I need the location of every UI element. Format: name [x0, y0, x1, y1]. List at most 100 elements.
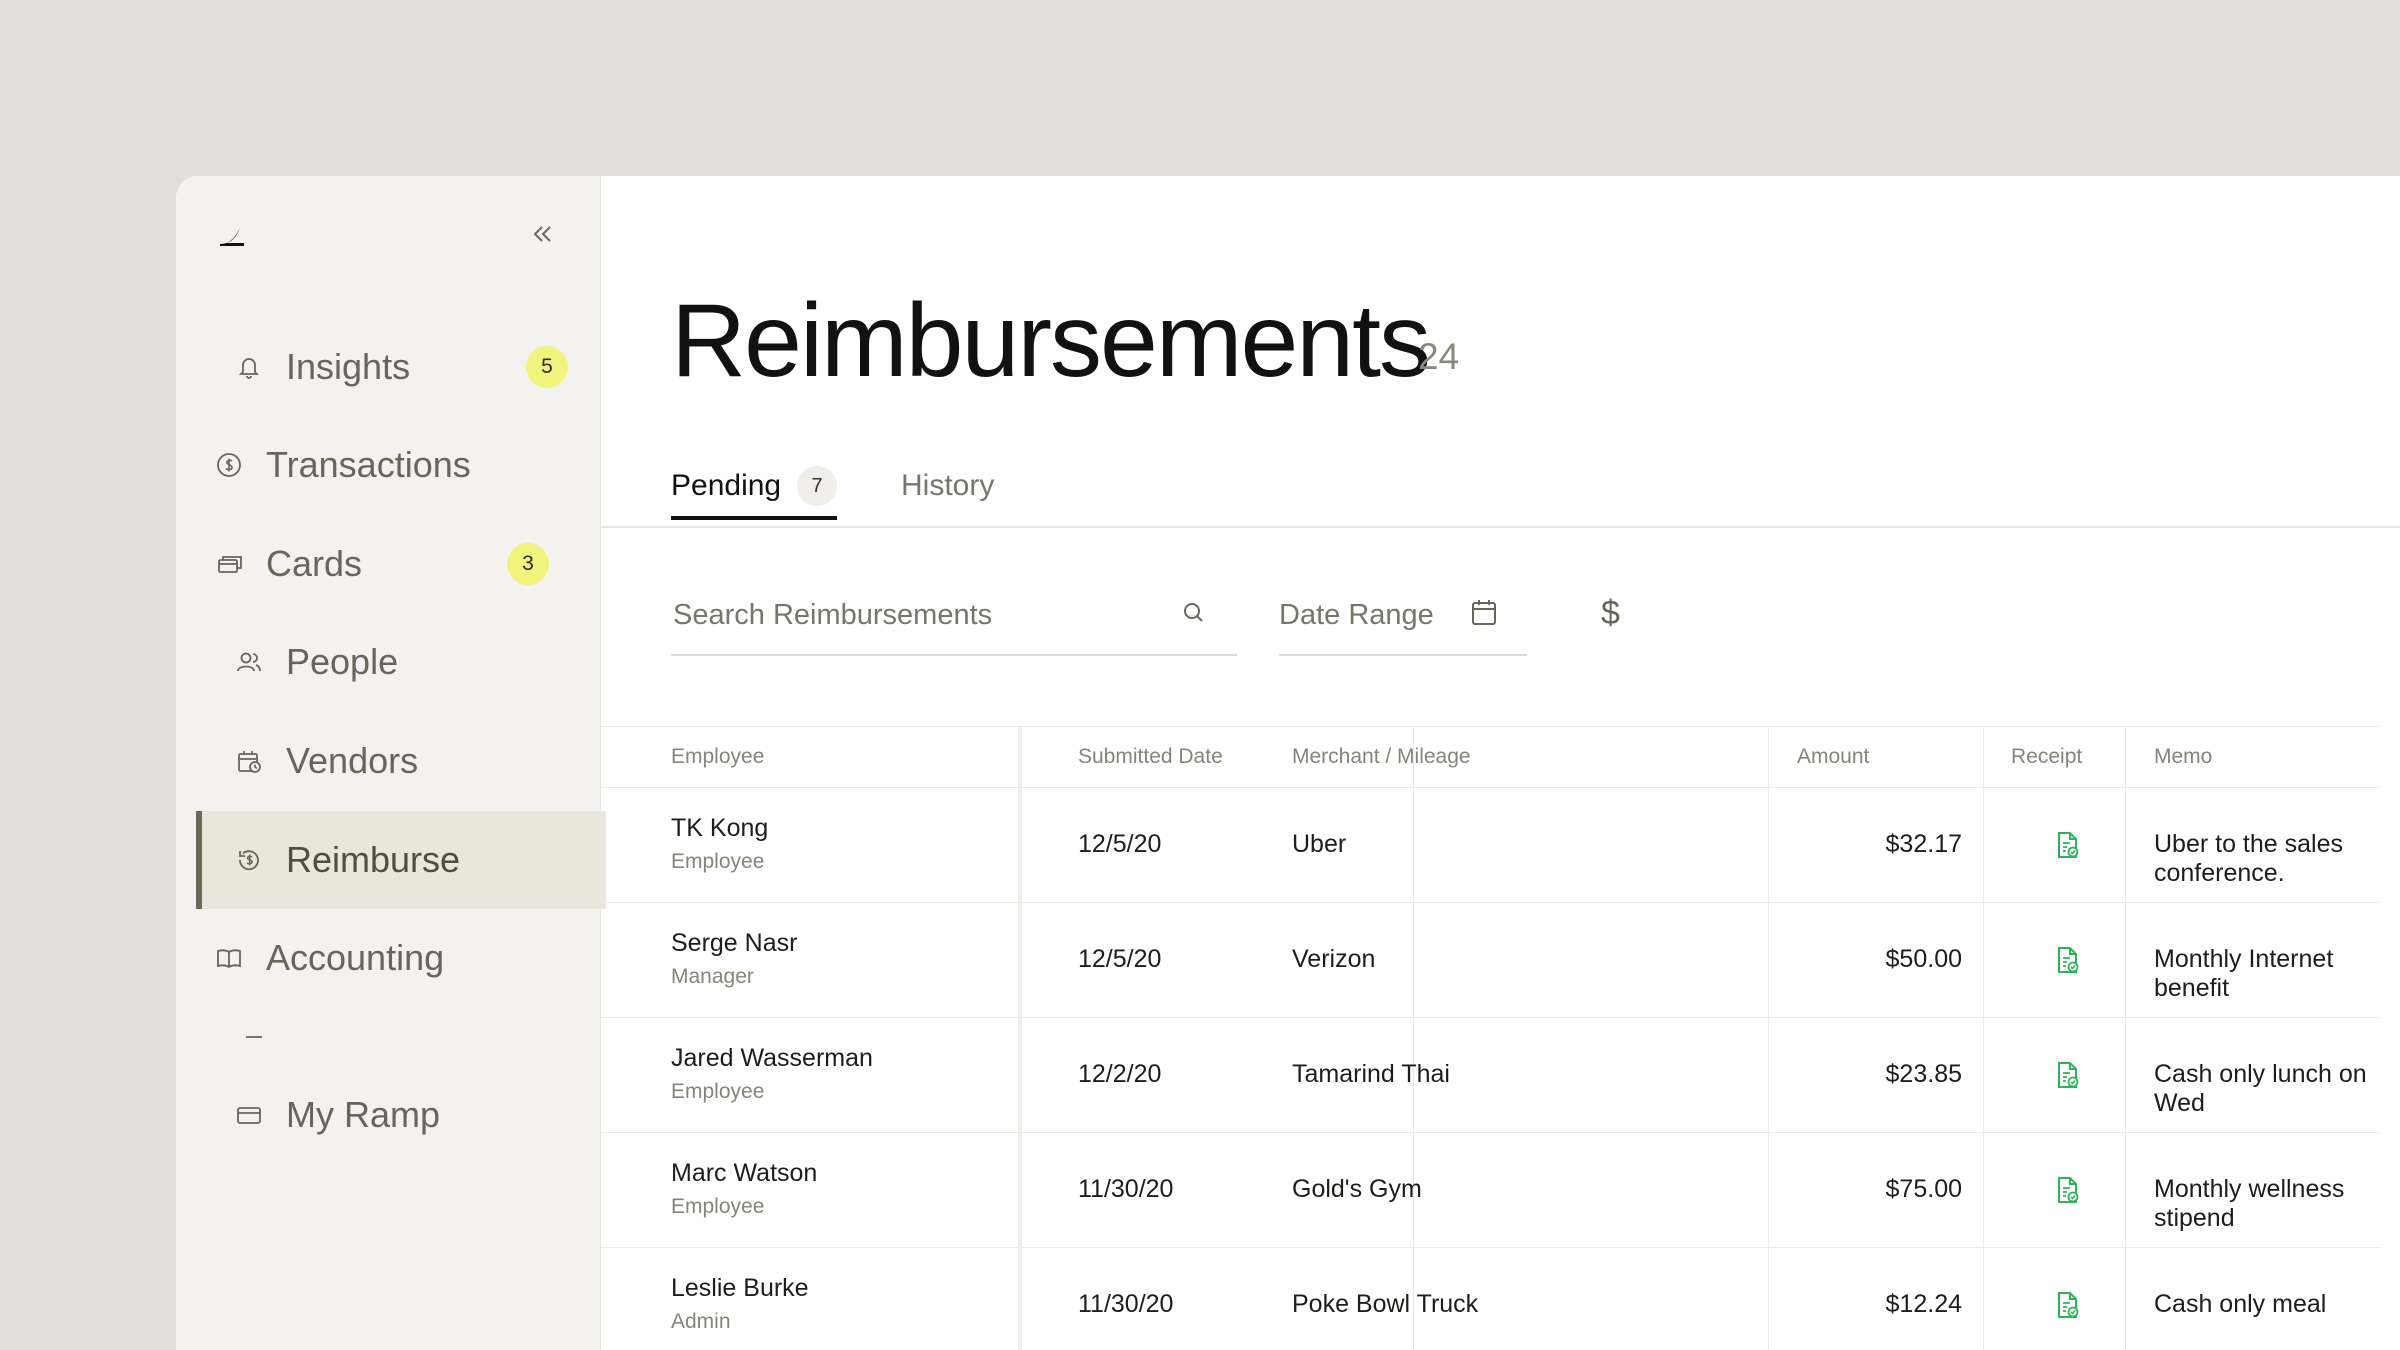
sidebar-item-accounting[interactable]: Accounting [196, 909, 600, 1007]
page-title-count: 24 [1418, 336, 1460, 377]
date-range-filter[interactable]: Date Range [1279, 576, 1527, 656]
app-window: Insights 5 Transactions Cards 3 People V… [176, 176, 2400, 1350]
amount: $12.24 [1885, 1290, 1962, 1318]
sidebar-item-my-ramp[interactable]: My Ramp [196, 1066, 600, 1164]
calendar-icon [1472, 600, 1496, 625]
dollar-circle-icon [217, 453, 241, 477]
bell-icon [238, 358, 260, 379]
column-divider [1768, 788, 1769, 902]
ramp-logo-icon[interactable] [216, 218, 250, 252]
amount: $23.85 [1885, 1060, 1962, 1088]
column-divider [1983, 727, 1984, 787]
column-header-merchant[interactable]: Merchant / Mileage [1292, 727, 1471, 787]
insights-badge: 5 [526, 346, 568, 388]
tab-pending[interactable]: Pending 7 [671, 456, 838, 520]
column-divider [1018, 1133, 1022, 1247]
column-divider [1768, 903, 1769, 1017]
submitted-date: 11/30/20 [1078, 1175, 1174, 1203]
column-divider [1018, 788, 1022, 902]
receipt-icon[interactable] [2053, 830, 2081, 860]
column-divider [1018, 727, 1022, 787]
tab-label: Pending [671, 469, 782, 502]
column-divider [2125, 788, 2126, 902]
employee-role: Admin [671, 1310, 731, 1333]
memo: Cash only meal [2154, 1290, 2327, 1318]
column-divider [2125, 1248, 2126, 1350]
sidebar-item-vendors[interactable]: Vendors [196, 712, 600, 810]
column-header-employee[interactable]: Employee [671, 727, 764, 787]
employee-name: Leslie Burke [671, 1274, 809, 1302]
sidebar-item-people[interactable]: People [196, 613, 600, 711]
merchant: Verizon [1292, 945, 1376, 973]
employee-name: TK Kong [671, 814, 769, 842]
column-header-amount[interactable]: Amount [1797, 727, 1869, 787]
double-chevron-left-icon[interactable] [528, 220, 556, 248]
table-body: TK Kong Employee 12/5/20 Uber $32.17 Uber to … [601, 788, 2381, 1350]
employee-role: Employee [671, 850, 765, 873]
employee-role: Employee [671, 1080, 765, 1103]
column-divider [1018, 1018, 1022, 1132]
column-divider [1768, 1248, 1769, 1350]
tab-count-badge: 7 [797, 466, 838, 506]
employee-name: Marc Watson [671, 1159, 818, 1187]
sidebar-item-cards[interactable]: Cards 3 [196, 515, 600, 613]
column-header-memo[interactable]: Memo [2154, 727, 2212, 787]
receipt-icon[interactable] [2053, 1175, 2081, 1205]
tab-history[interactable]: History [901, 456, 994, 516]
table-row[interactable]: Serge Nasr Manager 12/5/20 Verizon $50.00 Mon… [601, 903, 2381, 1018]
sidebar-item-label: My Ramp [286, 1094, 441, 1135]
submitted-date: 12/5/20 [1078, 945, 1162, 973]
column-divider [1983, 1018, 1984, 1132]
sidebar-item-insights[interactable]: Insights 5 [196, 318, 600, 416]
column-divider [2125, 1133, 2126, 1247]
submitted-date: 12/2/20 [1078, 1060, 1162, 1088]
column-divider [2125, 727, 2126, 787]
sidebar-item-label: People [286, 641, 399, 682]
column-divider [1983, 903, 1984, 1017]
employee-role: Employee [671, 1195, 765, 1218]
table-row[interactable]: Leslie Burke Admin 11/30/20 Poke Bowl Truck… [601, 1248, 2381, 1350]
submitted-date: 11/30/20 [1078, 1290, 1174, 1318]
search-field [671, 576, 1237, 656]
sidebar-item-reimburse[interactable]: Reimburse [196, 811, 606, 909]
employee-role: Manager [671, 965, 754, 988]
column-divider [1983, 1248, 1984, 1350]
column-divider [1768, 1018, 1769, 1132]
merchant: Uber [1292, 830, 1347, 858]
column-divider [1983, 788, 1984, 902]
column-divider [1018, 1248, 1022, 1350]
table-row[interactable]: Jared Wasserman Employee 12/2/20 Tamarind T… [601, 1018, 2381, 1133]
amount: $32.17 [1885, 830, 1962, 858]
book-icon [217, 949, 241, 969]
memo: Monthly Internet benefit [2154, 945, 2334, 1002]
employee-name: Serge Nasr [671, 929, 798, 957]
column-divider [2125, 903, 2126, 1017]
sidebar-item-label: Cards [266, 543, 363, 584]
sidebar-item-label: Vendors [286, 740, 419, 781]
receipt-icon[interactable] [2053, 945, 2081, 975]
table-row[interactable]: Marc Watson Employee 11/30/20 Gold's Gym $75… [601, 1133, 2381, 1248]
column-divider [1768, 727, 1769, 787]
column-divider [1018, 903, 1022, 1017]
column-divider [2125, 1018, 2126, 1132]
amount: $50.00 [1885, 945, 1962, 973]
tab-label: History [901, 469, 995, 502]
merchant: Gold's Gym [1292, 1175, 1422, 1203]
search-icon[interactable] [1181, 600, 1207, 626]
cards-icon [218, 556, 242, 573]
cards-badge: 3 [507, 543, 549, 585]
sidebar-item-label: Accounting [266, 937, 445, 978]
sidebar-item-label: Insights [286, 346, 411, 387]
reimburse-icon [239, 850, 259, 871]
amount-filter-button[interactable]: $ [1601, 594, 1620, 633]
column-divider [1413, 788, 1414, 902]
column-header-receipt[interactable]: Receipt [2011, 727, 2082, 787]
sidebar-item-transactions[interactable]: Transactions [196, 416, 600, 514]
table-row[interactable]: TK Kong Employee 12/5/20 Uber $32.17 Uber to … [601, 788, 2381, 903]
receipt-icon[interactable] [2053, 1290, 2081, 1320]
column-header-submitted-date[interactable]: Submitted Date [1078, 727, 1223, 787]
receipt-icon[interactable] [2053, 1060, 2081, 1090]
column-divider [1983, 1133, 1984, 1247]
search-input[interactable] [671, 597, 1175, 633]
card-icon [237, 1107, 261, 1124]
